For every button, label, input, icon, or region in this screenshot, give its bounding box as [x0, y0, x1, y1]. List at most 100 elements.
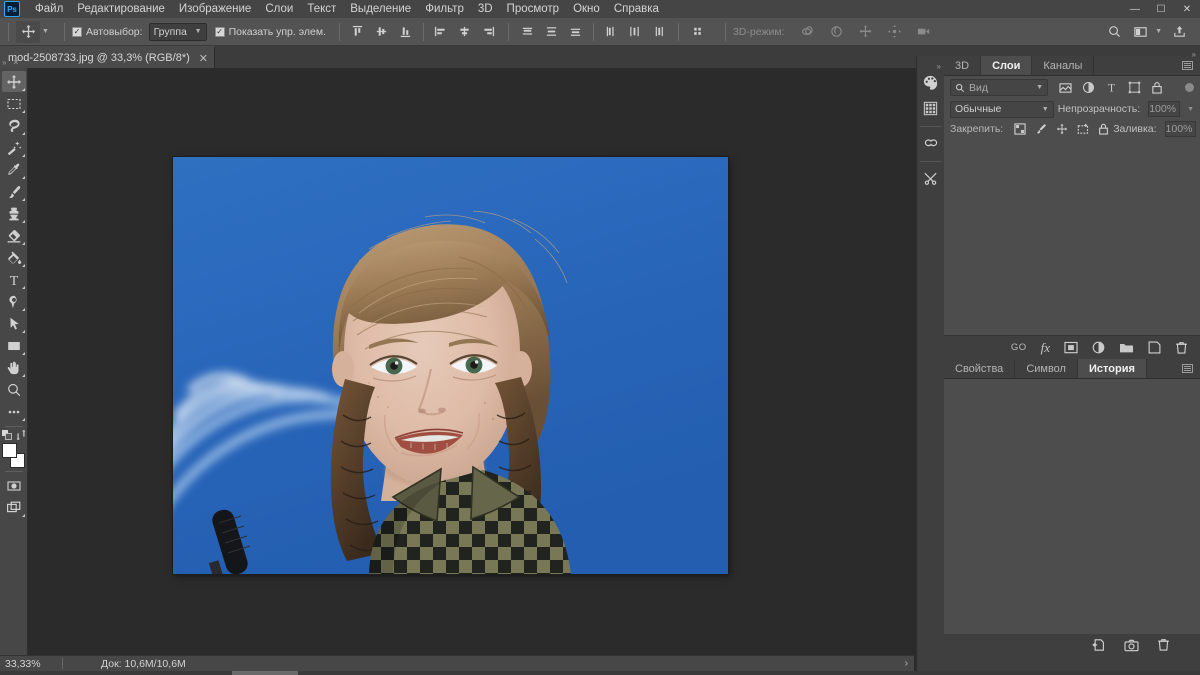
- filter-shape-icon[interactable]: [1128, 81, 1141, 94]
- filter-smart-object-icon[interactable]: [1151, 81, 1163, 94]
- new-adjustment-layer-icon[interactable]: [1092, 341, 1105, 354]
- tab-history[interactable]: История: [1077, 359, 1147, 378]
- menu-select[interactable]: Выделение: [343, 1, 418, 17]
- magic-wand-tool[interactable]: [2, 137, 26, 158]
- distribute-vertical-centers-icon[interactable]: [541, 22, 563, 42]
- lasso-tool[interactable]: [2, 115, 26, 136]
- color-swatches[interactable]: [1, 442, 26, 468]
- menu-text[interactable]: Текст: [300, 1, 343, 17]
- color-panel-icon[interactable]: [919, 70, 943, 94]
- history-panel-menu-button[interactable]: [1182, 359, 1200, 378]
- creative-cloud-libraries-icon[interactable]: [919, 131, 943, 155]
- search-icon[interactable]: [1103, 22, 1125, 42]
- document-image[interactable]: [173, 157, 728, 574]
- status-expand-icon[interactable]: ›: [905, 658, 914, 669]
- 3d-orbit-icon[interactable]: [796, 22, 818, 42]
- move-tool[interactable]: [1, 71, 26, 92]
- add-layer-mask-icon[interactable]: [1064, 341, 1078, 354]
- chevron-down-icon[interactable]: ▼: [1155, 28, 1162, 35]
- canvas-area[interactable]: [28, 68, 914, 655]
- tool-preset-caret-icon[interactable]: ▼: [42, 28, 49, 35]
- 3d-roll-icon[interactable]: [825, 22, 847, 42]
- 3d-slide-icon[interactable]: [883, 22, 905, 42]
- clone-stamp-tool[interactable]: [2, 203, 26, 224]
- lock-all-icon[interactable]: [1098, 123, 1109, 135]
- share-icon[interactable]: [1168, 22, 1190, 42]
- filter-enable-toggle[interactable]: [1185, 83, 1194, 92]
- menu-view[interactable]: Просмотр: [500, 1, 567, 17]
- collapse-arrows-icon[interactable]: »: [2, 58, 6, 67]
- menu-layers[interactable]: Слои: [258, 1, 300, 17]
- align-right-edges-icon[interactable]: [478, 22, 500, 42]
- distribute-top-edges-icon[interactable]: [517, 22, 539, 42]
- zoom-tool[interactable]: [2, 379, 26, 400]
- opacity-chevron-down-icon[interactable]: ▼: [1187, 106, 1194, 113]
- menu-3d[interactable]: 3D: [471, 1, 500, 17]
- layer-style-icon[interactable]: fx: [1041, 340, 1050, 356]
- floating-panel-collapse[interactable]: » ✕: [2, 56, 30, 68]
- swap-colors-icon[interactable]: [16, 430, 26, 440]
- tab-channels[interactable]: Каналы: [1032, 56, 1095, 75]
- quick-mask-icon[interactable]: [2, 475, 26, 496]
- maximize-button[interactable]: ☐: [1148, 0, 1174, 18]
- lock-artboard-nesting-icon[interactable]: [1077, 123, 1089, 135]
- new-layer-icon[interactable]: [1148, 341, 1161, 354]
- align-more-options-icon[interactable]: [687, 22, 709, 42]
- edit-toolbar-tool[interactable]: [2, 401, 26, 422]
- distribute-bottom-edges-icon[interactable]: [565, 22, 587, 42]
- delete-state-icon[interactable]: [1157, 638, 1170, 652]
- hand-tool[interactable]: [2, 357, 26, 378]
- type-tool[interactable]: T: [2, 269, 26, 290]
- layer-list[interactable]: [944, 139, 1200, 335]
- new-document-from-state-icon[interactable]: [1092, 638, 1106, 652]
- move-tool-icon[interactable]: [16, 20, 40, 43]
- blend-mode-select[interactable]: Обычные ▼: [950, 100, 1054, 118]
- zoom-level[interactable]: 33,33%: [0, 658, 62, 670]
- panel-expand-icon[interactable]: »: [1192, 50, 1196, 59]
- distribute-horizontal-centers-icon[interactable]: [624, 22, 646, 42]
- lock-transparent-pixels-icon[interactable]: [1014, 123, 1026, 135]
- fill-value[interactable]: 100%: [1164, 121, 1197, 137]
- lock-image-pixels-icon[interactable]: [1035, 123, 1047, 135]
- menu-image[interactable]: Изображение: [172, 1, 258, 17]
- screen-mode-icon[interactable]: [2, 497, 26, 518]
- align-left-edges-icon[interactable]: [430, 22, 452, 42]
- menu-filter[interactable]: Фильтр: [418, 1, 471, 17]
- pen-tool[interactable]: [2, 291, 26, 312]
- tab-layers[interactable]: Слои: [981, 56, 1033, 75]
- lock-position-icon[interactable]: [1056, 123, 1068, 135]
- align-horizontal-centers-icon[interactable]: [454, 22, 476, 42]
- taskbar-active-window[interactable]: [232, 671, 298, 675]
- document-info[interactable]: Док: 10,6M/10,6M: [63, 658, 905, 670]
- rectangular-marquee-tool[interactable]: [2, 93, 26, 114]
- filter-type-icon[interactable]: T: [1105, 81, 1118, 94]
- 3d-pan-icon[interactable]: [854, 22, 876, 42]
- paint-bucket-tool[interactable]: [2, 247, 26, 268]
- default-colors-icon[interactable]: [1, 430, 12, 440]
- layer-filter-type-select[interactable]: Вид ▼: [950, 79, 1048, 96]
- menu-help[interactable]: Справка: [607, 1, 666, 17]
- align-bottom-edges-icon[interactable]: [395, 22, 417, 42]
- align-vertical-centers-icon[interactable]: [371, 22, 393, 42]
- brush-tool[interactable]: [2, 181, 26, 202]
- opacity-value[interactable]: 100%: [1148, 101, 1181, 117]
- eraser-tool[interactable]: [2, 225, 26, 246]
- link-layers-icon[interactable]: GO: [1011, 342, 1027, 353]
- document-tab[interactable]: mod-2508733.jpg @ 33,3% (RGB/8*) ✕: [0, 46, 215, 68]
- auto-select-scope-select[interactable]: Группа ▼: [148, 22, 207, 41]
- filter-adjustment-icon[interactable]: [1082, 81, 1095, 94]
- tab-character[interactable]: Символ: [1015, 359, 1078, 378]
- menu-window[interactable]: Окно: [566, 1, 607, 17]
- filter-pixel-icon[interactable]: [1059, 82, 1072, 94]
- new-group-icon[interactable]: [1119, 341, 1134, 354]
- document-tab-close-icon[interactable]: ✕: [199, 52, 208, 65]
- adjustments-panel-icon[interactable]: [919, 166, 943, 190]
- show-controls-checkbox[interactable]: ✓ Показать упр. элем.: [214, 26, 332, 38]
- dock-expand-icon[interactable]: »: [937, 62, 941, 71]
- delete-layer-icon[interactable]: [1175, 341, 1188, 355]
- menu-edit[interactable]: Редактирование: [70, 1, 172, 17]
- close-button[interactable]: ✕: [1174, 0, 1200, 18]
- workspace-switcher-icon[interactable]: [1129, 22, 1151, 42]
- path-selection-tool[interactable]: [2, 313, 26, 334]
- minimize-button[interactable]: —: [1122, 0, 1148, 18]
